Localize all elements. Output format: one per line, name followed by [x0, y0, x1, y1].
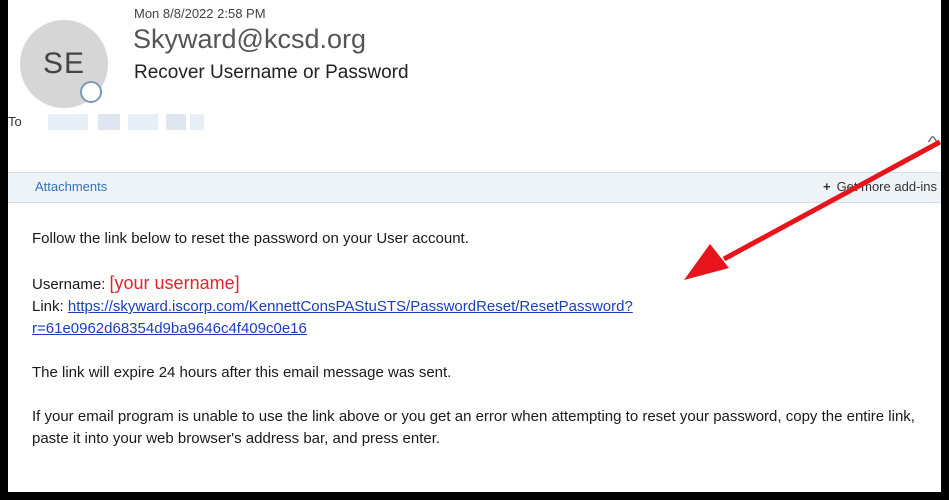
email-frame: SE Mon 8/8/2022 2:58 PM Skyward@kcsd.org…: [8, 0, 941, 492]
annotation-arrow-icon: [684, 139, 941, 280]
